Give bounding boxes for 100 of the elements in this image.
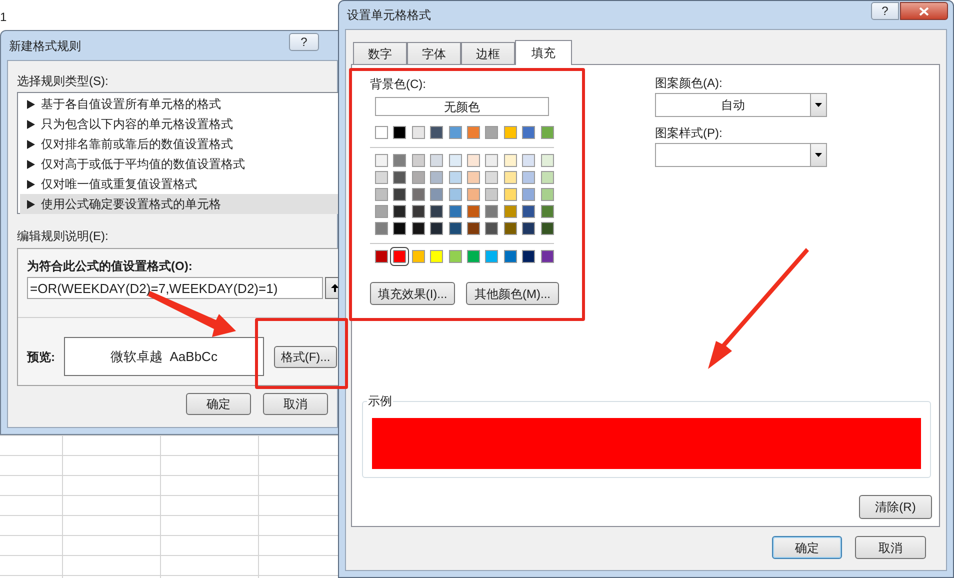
close-icon [919,6,929,16]
tab[interactable]: 字体 [407,42,461,64]
color-swatch[interactable] [430,205,444,218]
color-swatch[interactable] [412,188,425,201]
triangle-icon [27,120,35,128]
field-label: 为符合此公式的值设置格式(O): [27,258,194,274]
formula-field[interactable]: =OR(WEEKDAY(D2)=7,WEEKDAY(D2)=1) [27,277,323,299]
color-swatch[interactable] [393,250,406,263]
color-swatch[interactable] [466,171,480,184]
color-swatch[interactable] [540,154,554,167]
color-swatch[interactable] [448,205,462,218]
window-title: 新建格式规则 [9,38,81,54]
color-swatch[interactable] [485,154,498,167]
color-swatch[interactable] [522,205,536,218]
triangle-icon [27,100,35,108]
color-swatch[interactable] [448,188,462,201]
color-swatch[interactable] [485,188,498,201]
color-swatch[interactable] [485,250,498,263]
color-swatch[interactable] [522,154,536,167]
color-swatch[interactable] [540,250,554,263]
group-label: 示例 [367,393,393,409]
color-swatch[interactable] [430,154,444,167]
color-swatch[interactable] [375,188,388,201]
color-swatch[interactable] [448,171,462,184]
color-swatch[interactable] [466,222,480,235]
color-swatch[interactable] [375,250,388,263]
color-swatch[interactable] [466,205,480,218]
no-color-button[interactable]: 无颜色 [375,97,549,116]
color-swatch[interactable] [485,126,498,139]
color-swatch[interactable] [412,126,425,139]
color-swatch[interactable] [375,205,388,218]
color-swatch[interactable] [485,171,498,184]
color-swatch[interactable] [393,222,406,235]
cancel-button[interactable]: 取消 [263,393,328,415]
dropdown[interactable]: 自动 [655,93,827,117]
color-swatch[interactable] [375,154,388,167]
color-swatch[interactable] [393,154,406,167]
dropdown[interactable] [655,143,827,167]
color-swatch[interactable] [412,154,425,167]
color-swatch[interactable] [430,250,444,263]
color-swatch[interactable] [375,222,388,235]
cancel-button[interactable]: 取消 [855,536,926,559]
color-swatch[interactable] [522,188,536,201]
color-swatch[interactable] [448,222,462,235]
color-swatch[interactable] [504,188,517,201]
color-swatch[interactable] [412,205,425,218]
color-swatch[interactable] [540,126,554,139]
ok-button[interactable]: 确定 [772,536,842,559]
color-swatch[interactable] [430,171,444,184]
color-swatch[interactable] [430,222,444,235]
color-swatch[interactable] [522,171,536,184]
color-swatch[interactable] [466,250,480,263]
tab[interactable]: 填充 [515,40,572,65]
color-swatch[interactable] [504,171,517,184]
color-swatch[interactable] [412,222,425,235]
color-swatch[interactable] [430,126,444,139]
color-swatch[interactable] [448,154,462,167]
color-swatch[interactable] [485,222,498,235]
color-swatch[interactable] [522,250,536,263]
color-swatch[interactable] [393,205,406,218]
help-button[interactable]: ? [871,2,899,20]
color-swatch[interactable] [540,205,554,218]
tab[interactable]: 边框 [461,42,515,64]
color-swatch[interactable] [504,205,517,218]
cell-value: 1 [0,9,7,26]
color-swatch[interactable] [393,188,406,201]
format-button[interactable]: 格式(F)... [274,346,337,368]
dropdown-arrow-icon [815,103,822,107]
color-swatch[interactable] [448,126,462,139]
color-swatch[interactable] [412,171,425,184]
color-swatch[interactable] [540,222,554,235]
color-swatch[interactable] [485,205,498,218]
help-button[interactable]: ? [289,33,319,51]
color-swatch[interactable] [412,250,425,263]
color-swatch[interactable] [504,222,517,235]
clear-button[interactable]: 清除(R) [859,495,932,519]
color-swatch[interactable] [448,250,462,263]
color-swatch[interactable] [466,126,480,139]
color-swatch[interactable] [466,188,480,201]
color-swatch[interactable] [466,154,480,167]
color-swatch[interactable] [504,250,517,263]
color-swatch[interactable] [504,154,517,167]
color-swatch[interactable] [375,126,388,139]
dropdown-arrow-icon [815,153,822,157]
color-swatch[interactable] [540,188,554,201]
triangle-icon [27,200,35,208]
color-swatch[interactable] [522,126,536,139]
color-swatch[interactable] [522,222,536,235]
color-swatch[interactable] [430,188,444,201]
color-swatch[interactable] [540,171,554,184]
tab[interactable]: 数字 [353,42,407,64]
color-swatch[interactable] [375,171,388,184]
close-button[interactable] [900,2,948,20]
color-swatch[interactable] [393,171,406,184]
color-swatch[interactable] [504,126,517,139]
color-swatch[interactable] [393,126,406,139]
ok-button[interactable]: 确定 [186,393,251,415]
field-label: 图案样式(P): [655,125,724,141]
more-colors-button[interactable]: 其他颜色(M)... [466,282,559,305]
fill-effects-button[interactable]: 填充效果(I)... [370,282,455,305]
